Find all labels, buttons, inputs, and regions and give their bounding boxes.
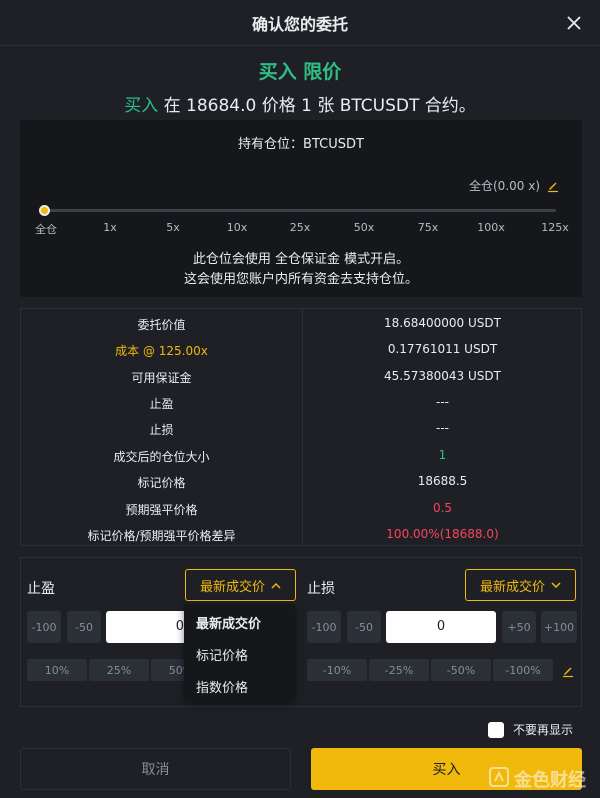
row-value: --- xyxy=(436,395,449,409)
sl-step-button[interactable]: +100 xyxy=(541,611,577,643)
sl-percent-button[interactable]: -10% xyxy=(307,659,367,681)
sl-step-button[interactable]: -50 xyxy=(347,611,381,643)
leverage-slider-handle[interactable] xyxy=(39,205,50,216)
tp-step-button[interactable]: -50 xyxy=(67,611,101,643)
row-label: 止损 xyxy=(149,423,174,437)
table-row: 成本 @ 125.00x 0.17761011 USDT xyxy=(21,336,581,362)
dropdown-option-mark-price[interactable]: 标记价格 xyxy=(196,645,248,664)
order-side: 买入 xyxy=(124,96,159,116)
leverage-slider-track[interactable] xyxy=(44,209,556,212)
sl-step-button[interactable]: +50 xyxy=(502,611,536,643)
watermark: 金色财经 xyxy=(488,766,586,792)
row-label: 标记价格/预期强平价格差异 xyxy=(87,529,236,543)
leverage-tick[interactable]: 100x xyxy=(477,221,505,234)
tp-percent-button[interactable]: 10% xyxy=(27,659,87,681)
sl-percent-button[interactable]: -50% xyxy=(431,659,491,681)
chevron-down-icon xyxy=(551,578,561,593)
order-type-title: 买入 限价 xyxy=(258,61,342,83)
row-value: --- xyxy=(436,421,449,435)
dropdown-option-last-price[interactable]: 最新成交价 xyxy=(196,613,261,632)
table-row: 标记价格 18688.5 xyxy=(21,468,581,494)
watermark-text: 金色财经 xyxy=(514,770,586,791)
chevron-up-icon xyxy=(271,578,281,593)
edit-icon[interactable] xyxy=(561,663,575,678)
leverage-tick[interactable]: 全仓 xyxy=(35,221,57,237)
stop-loss-label: 止损 xyxy=(307,581,335,597)
tp-percent-button[interactable]: 25% xyxy=(89,659,149,681)
margin-mode: 全仓(0.00 x) xyxy=(469,177,560,194)
row-value: 100.00%(18688.0) xyxy=(386,527,499,541)
table-row: 预期强平价格 0.5 xyxy=(21,495,581,521)
table-row: 标记价格/预期强平价格差异 100.00%(18688.0) xyxy=(21,521,581,547)
table-row: 成交后的仓位大小 1 xyxy=(21,442,581,468)
select-value: 最新成交价 xyxy=(199,579,265,595)
leverage-tick[interactable]: 125x xyxy=(541,221,569,234)
take-profit-label: 止盈 xyxy=(27,581,55,597)
row-value: 18688.5 xyxy=(417,474,468,488)
take-profit-price-type-select[interactable]: 最新成交价 xyxy=(185,569,296,601)
row-label: 标记价格 xyxy=(137,476,186,490)
row-value: 0.17761011 USDT xyxy=(387,342,498,356)
position-label: 持有仓位：BTCUSDT xyxy=(238,137,364,152)
row-label: 成本 @ 125.00x xyxy=(115,344,208,358)
row-label: 成交后的仓位大小 xyxy=(113,450,210,464)
sl-percent-button[interactable]: -25% xyxy=(369,659,429,681)
table-row: 委托价值 18.68400000 USDT xyxy=(21,310,581,336)
dont-show-checkbox[interactable] xyxy=(488,721,504,738)
leverage-tick[interactable]: 1x xyxy=(103,221,117,234)
row-value: 0.5 xyxy=(432,501,453,515)
edit-icon[interactable] xyxy=(546,179,560,193)
order-summary: 买入 在 18684.0 价格 1 张 BTCUSDT 合约。 xyxy=(0,91,600,116)
leverage-tick[interactable]: 25x xyxy=(290,221,311,234)
watermark-logo-icon xyxy=(488,766,510,792)
stop-loss-price-type-select[interactable]: 最新成交价 xyxy=(465,569,576,601)
leverage-tick[interactable]: 5x xyxy=(166,221,180,234)
cancel-button[interactable]: 取消 xyxy=(20,748,291,790)
dont-show-again: 不要再显示 xyxy=(488,721,573,738)
order-summary-text: 在 18684.0 价格 1 张 BTCUSDT 合约。 xyxy=(158,96,476,116)
select-value: 最新成交价 xyxy=(479,579,545,595)
row-label: 止盈 xyxy=(149,397,174,411)
order-info-table: 委托价值 18.68400000 USDT 成本 @ 125.00x 0.177… xyxy=(20,308,582,546)
row-label: 预期强平价格 xyxy=(125,503,198,517)
sl-percent-button[interactable]: -100% xyxy=(493,659,553,681)
leverage-tick[interactable]: 50x xyxy=(354,221,375,234)
dropdown-option-index-price[interactable]: 指数价格 xyxy=(196,677,248,696)
price-type-dropdown-menu: 最新成交价 标记价格 指数价格 xyxy=(184,604,295,701)
margin-note-2: 这会使用您账户内所有资金去支持仓位。 xyxy=(183,272,418,287)
leverage-tick-labels: 全仓 1x 5x 10x 25x 50x 75x 100x 125x xyxy=(34,221,572,237)
table-row: 可用保证金 45.57380043 USDT xyxy=(21,363,581,389)
leverage-tick[interactable]: 75x xyxy=(418,221,439,234)
tp-step-button[interactable]: -100 xyxy=(27,611,61,643)
row-label: 委托价值 xyxy=(137,318,186,332)
dont-show-label: 不要再显示 xyxy=(513,723,574,737)
close-icon[interactable] xyxy=(566,15,582,31)
leverage-tick[interactable]: 10x xyxy=(227,221,248,234)
row-value: 1 xyxy=(438,448,447,462)
tpsl-panel: 止盈 最新成交价 止损 最新成交价 -100 -50 0 -100 -50 0 … xyxy=(20,557,582,707)
table-row: 止损 --- xyxy=(21,415,581,441)
row-label: 可用保证金 xyxy=(131,371,192,385)
row-value: 18.68400000 USDT xyxy=(384,316,501,330)
row-value: 45.57380043 USDT xyxy=(384,369,501,383)
margin-note-1: 此仓位会使用 全仓保证金 模式开启。 xyxy=(192,252,410,267)
sl-step-button[interactable]: -100 xyxy=(307,611,341,643)
margin-mode-value: 全仓(0.00 x) xyxy=(469,179,540,193)
stop-loss-input[interactable]: 0 xyxy=(386,611,496,643)
dialog-title: 确认您的委托 xyxy=(251,15,348,34)
position-panel: 持有仓位：BTCUSDT 全仓(0.00 x) 全仓 1x 5x 10x 25x… xyxy=(20,120,582,297)
table-row: 止盈 --- xyxy=(21,389,581,415)
dialog-header: 确认您的委托 xyxy=(0,0,600,46)
